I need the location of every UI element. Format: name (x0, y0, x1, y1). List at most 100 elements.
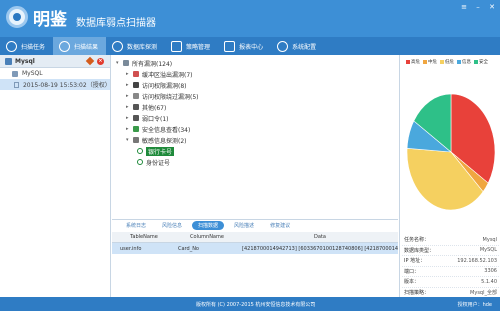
minimize-icon[interactable]: – (474, 3, 482, 11)
category-icon (133, 115, 139, 121)
info-row: 任务名称： Mysql (402, 235, 499, 246)
task-db-item[interactable]: MySQL (0, 68, 110, 79)
tree-root[interactable]: ▾ 所有漏洞(124) (116, 58, 172, 68)
info-label: 版本： (404, 279, 420, 286)
info-value: 192.168.52.103 (457, 257, 497, 264)
copyright-text: 版权所有 (C) 2007-2015 杭州安恒信息技术有限公司 (196, 301, 316, 308)
tree-node[interactable]: ▸ 安全信息查看(34) (126, 124, 190, 134)
tab-system-log[interactable]: 系统日志 (120, 221, 152, 230)
check-circle-icon (137, 148, 143, 154)
category-icon (133, 82, 139, 88)
info-value: Mysql_全部 (470, 289, 497, 296)
expand-icon[interactable]: ▸ (126, 71, 131, 77)
chart-legend: 高危 中危 低危 信息 安全 (406, 59, 488, 65)
info-label: 端口： (404, 268, 420, 275)
info-value: 3306 (484, 268, 497, 275)
edit-icon[interactable] (85, 56, 95, 65)
tree-node-label: 安全信息查看(34) (142, 126, 191, 134)
tool-settings[interactable]: 系统配置 (271, 37, 324, 55)
legend-label: 信息 (462, 60, 471, 65)
tree-node-label: 访问权限绕过漏洞(5) (142, 93, 199, 101)
task-db-label: MySQL (22, 70, 43, 77)
close-icon[interactable]: ✕ (488, 3, 496, 11)
tree-node[interactable]: ▸ 访问权限绕过漏洞(5) (126, 91, 199, 101)
tab-risk-desc[interactable]: 风险描述 (228, 221, 260, 230)
task-panel: Mysql × MySQL 2015-08-19 15:53:02（授权） (0, 55, 111, 297)
legend-swatch (423, 60, 427, 64)
report-icon (224, 40, 236, 52)
app-name: 明鉴 (33, 10, 67, 30)
collapse-icon[interactable]: ▾ (126, 137, 131, 143)
tool-policy[interactable]: 策略管理 (165, 37, 218, 55)
tree-child[interactable]: 身份证号 (137, 157, 170, 167)
menu-icon[interactable]: ≡ (460, 3, 468, 11)
info-row: 版本： 5.1.40 (402, 277, 499, 288)
expand-icon[interactable]: ▸ (126, 126, 131, 132)
info-value: 5.1.40 (481, 278, 497, 285)
settings-icon (277, 40, 289, 52)
expand-icon[interactable]: ▸ (126, 115, 131, 121)
license-text: 授权用户：hde (457, 301, 492, 308)
task-actions: × (85, 56, 104, 65)
tab-scan-data[interactable]: 扫描数据 (192, 221, 225, 230)
category-icon (133, 71, 139, 77)
cell-data: [4218700014942713] [6033670100128740806]… (242, 245, 398, 252)
delete-icon[interactable]: × (97, 57, 104, 65)
legend-swatch (457, 60, 461, 64)
database-icon (12, 70, 18, 77)
risk-pie-chart (406, 93, 496, 211)
tool-label: 报表中心 (239, 43, 264, 51)
task-header[interactable]: Mysql × (0, 55, 110, 68)
logo-icon (6, 6, 28, 28)
expand-icon[interactable]: ▸ (126, 82, 131, 88)
tool-report[interactable]: 报表中心 (218, 37, 271, 55)
category-icon (133, 93, 139, 99)
table-row[interactable]: user.info Card_No [4218700014942713] [60… (112, 243, 398, 254)
task-run-label: 2015-08-19 15:53:02（授权） (22, 82, 111, 89)
legend-swatch (474, 60, 478, 64)
tree-child-label: 身份证号 (146, 159, 171, 167)
tree-node-label: 敏感信息探测(2) (142, 137, 187, 145)
expand-icon[interactable]: ▸ (126, 93, 131, 99)
document-icon (14, 81, 19, 88)
title-bar: 明鉴 数据库弱点扫描器 ≡ – ✕ (0, 0, 500, 37)
legend-label: 低危 (445, 60, 454, 65)
detail-tabs: 系统日志 风险信息 扫描数据 风险描述 修复建议 (112, 219, 398, 231)
tree-node[interactable]: ▸ 弱口令(1) (126, 113, 169, 123)
tool-db-probe[interactable]: 数据库探测 (106, 37, 165, 55)
col-data[interactable]: Data (236, 234, 398, 240)
legend-label: 高危 (411, 60, 420, 65)
info-label: 扫描策略： (404, 289, 430, 296)
task-run-item[interactable]: 2015-08-19 15:53:02（授权） (0, 79, 111, 90)
col-columnname[interactable]: ColumnName (168, 234, 236, 240)
tree-node[interactable]: ▸ 其他(67) (126, 102, 166, 112)
col-tablename[interactable]: TableName (112, 234, 168, 240)
expand-icon[interactable]: ▸ (126, 104, 131, 110)
tool-scan-task[interactable]: 扫描任务 (0, 37, 53, 55)
vulnerability-tree: ▾ 所有漏洞(124) ▸ 缓冲区溢出漏洞(7) ▸ 访问权限漏洞(8) ▸ 访… (112, 55, 398, 218)
legend-item: 中危 (423, 59, 437, 65)
app-subtitle: 数据库弱点扫描器 (76, 18, 156, 29)
tree-node[interactable]: ▸ 访问权限漏洞(8) (126, 80, 187, 90)
tool-label: 策略管理 (186, 43, 211, 51)
legend-item: 信息 (457, 59, 471, 65)
info-row: IP 地址： 192.168.52.103 (402, 256, 499, 267)
tab-risk-info[interactable]: 风险信息 (156, 221, 188, 230)
tool-label: 扫描任务 (21, 43, 46, 51)
main-toolbar: 扫描任务 扫描结果 数据库探测 策略管理 报表中心 系统配置 (0, 37, 500, 55)
info-label: IP 地址： (404, 258, 426, 265)
tool-scan-result[interactable]: 扫描结果 (53, 37, 107, 55)
tab-fix-advice[interactable]: 修复建议 (264, 221, 296, 230)
category-icon (133, 137, 139, 143)
folder-icon (123, 60, 129, 66)
collapse-icon[interactable]: ▾ (116, 60, 121, 66)
tree-node[interactable]: ▸ 缓冲区溢出漏洞(7) (126, 69, 193, 79)
legend-swatch (440, 60, 444, 64)
tool-label: 数据库探测 (127, 43, 158, 51)
tree-node[interactable]: ▾ 敏感信息探测(2) (126, 135, 187, 145)
app-window: 明鉴 数据库弱点扫描器 ≡ – ✕ 扫描任务 扫描结果 数据库探测 策略管理 报… (0, 0, 500, 311)
check-circle-icon (137, 159, 143, 165)
legend-label: 安全 (479, 60, 488, 65)
tree-child-selected[interactable]: 银行卡号 (137, 146, 175, 156)
scan-data-table: TableName ColumnName Data user.info Card… (112, 232, 398, 297)
